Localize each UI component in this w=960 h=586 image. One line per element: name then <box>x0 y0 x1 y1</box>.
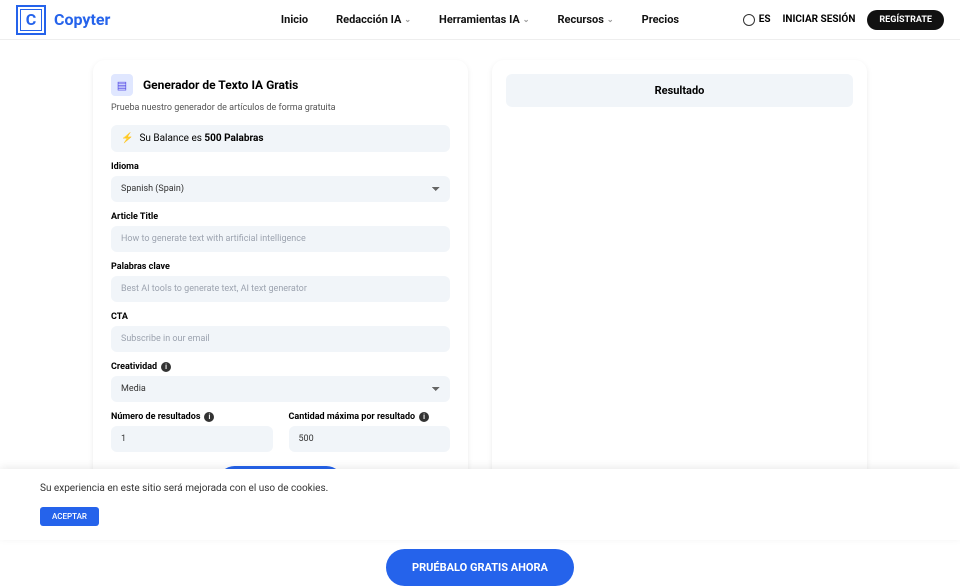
cookie-accept-button[interactable]: ACEPTAR <box>40 507 99 526</box>
chevron-down-icon: ⌄ <box>404 15 411 24</box>
card-title: Generador de Texto IA Gratis <box>143 78 298 92</box>
nav-tools[interactable]: Herramientas IA⌄ <box>439 13 529 26</box>
nav-resources[interactable]: Recursos⌄ <box>557 13 613 26</box>
info-icon[interactable]: i <box>419 412 429 422</box>
article-title-input[interactable] <box>111 226 450 252</box>
chevron-down-icon: ⌄ <box>607 15 614 24</box>
signup-button[interactable]: REGÍSTRATE <box>867 10 944 30</box>
nav-writing[interactable]: Redacción IA⌄ <box>336 13 411 26</box>
main-content: ▤ Generador de Texto IA Gratis Prueba nu… <box>0 40 960 535</box>
balance-badge: ⚡ Su Balance es 500 Palabras <box>111 125 450 152</box>
max-input[interactable] <box>289 426 451 452</box>
globe-icon <box>743 14 755 26</box>
card-subtitle: Prueba nuestro generador de artículos de… <box>111 102 450 115</box>
keywords-input[interactable] <box>111 276 450 302</box>
label-article-title: Article Title <box>111 212 450 222</box>
brand-name: Copyter <box>54 10 110 29</box>
header: C Copyter Inicio Redacción IA⌄ Herramien… <box>0 0 960 40</box>
label-language: Idioma <box>111 162 450 172</box>
info-icon[interactable]: i <box>161 362 171 372</box>
results-input[interactable] <box>111 426 273 452</box>
cookie-banner: Su experiencia en este sitio será mejora… <box>0 469 960 540</box>
try-free-button[interactable]: PRUÉBALO GRATIS AHORA <box>386 549 574 586</box>
nav-pricing[interactable]: Precios <box>642 13 679 26</box>
logo-icon: C <box>16 5 46 35</box>
generator-card: ▤ Generador de Texto IA Gratis Prueba nu… <box>93 60 468 515</box>
label-cta: CTA <box>111 312 450 322</box>
label-creativity: Creatividadi <box>111 362 450 372</box>
result-card: Resultado <box>492 60 867 515</box>
label-max: Cantidad máxima por resultadoi <box>289 412 451 422</box>
cta-input[interactable] <box>111 326 450 352</box>
header-right: ES INICIAR SESIÓN REGÍSTRATE <box>743 10 944 30</box>
nav-home[interactable]: Inicio <box>281 13 308 26</box>
language-selector[interactable]: ES <box>743 14 771 26</box>
login-link[interactable]: INICIAR SESIÓN <box>782 14 855 25</box>
result-title: Resultado <box>506 74 853 107</box>
language-select[interactable]: Spanish (Spain) <box>111 176 450 202</box>
card-icon: ▤ <box>111 74 133 96</box>
main-nav: Inicio Redacción IA⌄ Herramientas IA⌄ Re… <box>281 13 679 26</box>
creativity-select[interactable]: Media <box>111 376 450 402</box>
label-results: Número de resultadosi <box>111 412 273 422</box>
cookie-text: Su experiencia en este sitio será mejora… <box>40 483 920 494</box>
chevron-down-icon: ⌄ <box>523 15 530 24</box>
logo[interactable]: C Copyter <box>16 5 110 35</box>
info-icon[interactable]: i <box>204 412 214 422</box>
bolt-icon: ⚡ <box>121 133 133 144</box>
label-keywords: Palabras clave <box>111 262 450 272</box>
